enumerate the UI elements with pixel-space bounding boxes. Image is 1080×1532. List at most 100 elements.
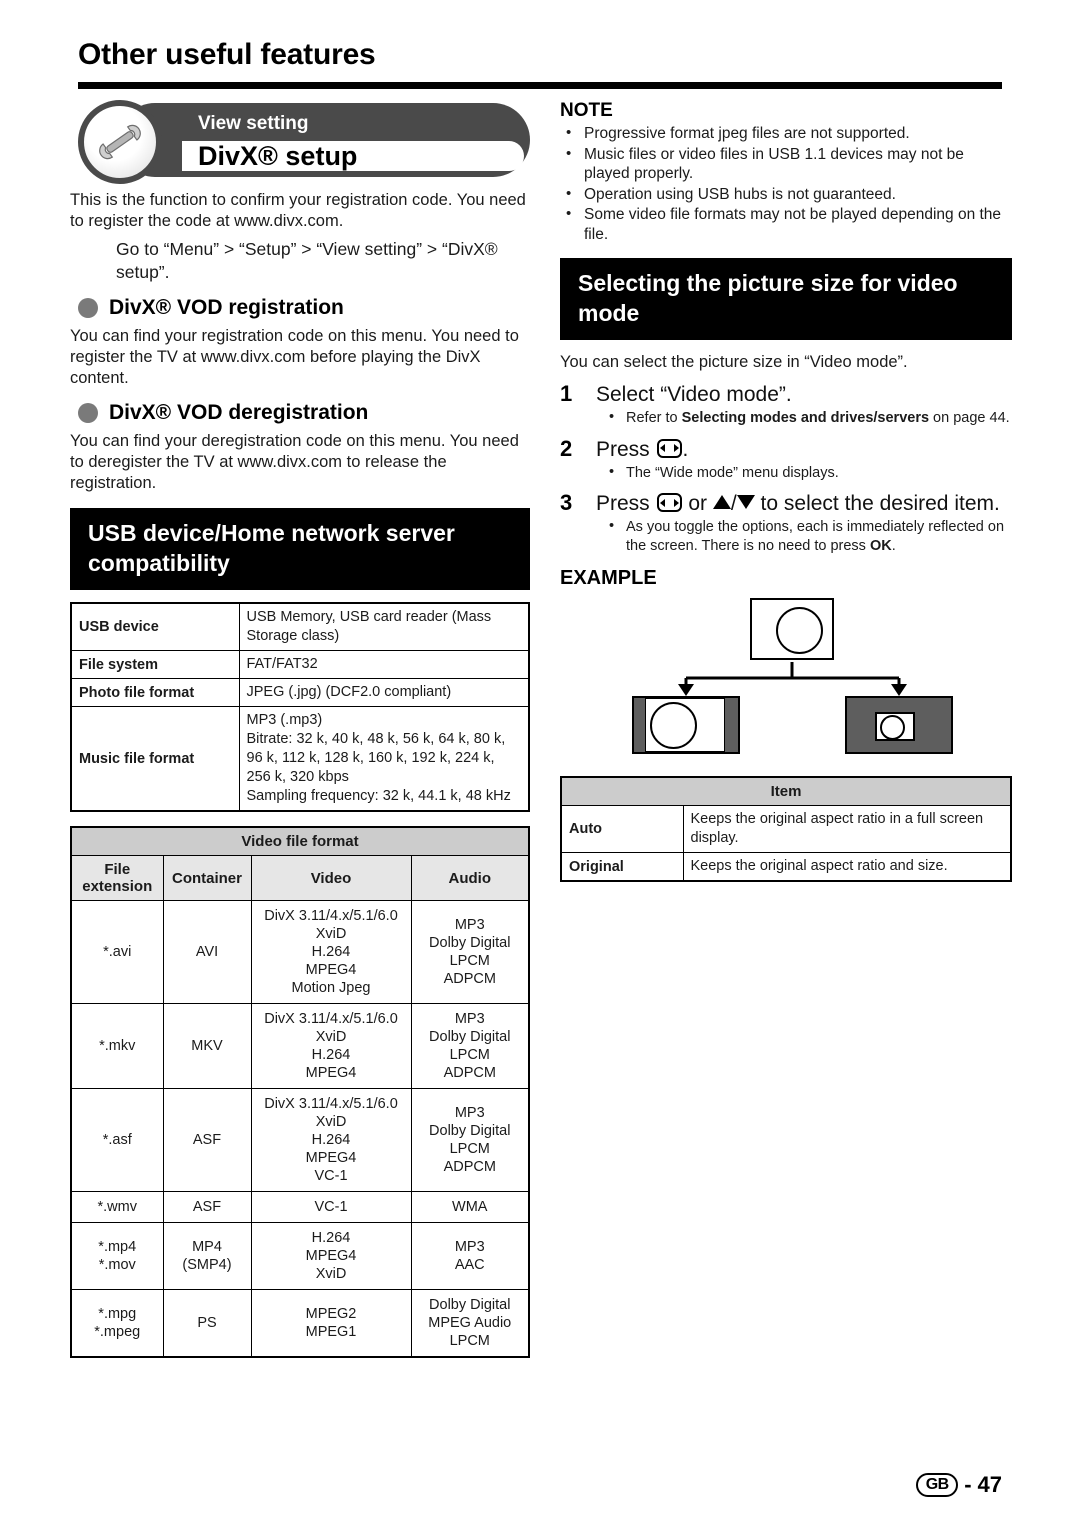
video-cell-ext: *.wmv: [70, 1191, 164, 1223]
page-footer: GB - 47: [916, 1472, 1002, 1498]
video-cell-video: MPEG2 MPEG1: [250, 1289, 412, 1358]
picture-size-intro: You can select the picture size in “Vide…: [560, 353, 908, 371]
step-3-note-ok: OK: [869, 537, 892, 554]
source-picture-illustration: [750, 598, 834, 660]
usb-compatibility-heading: USB device/Home network server compatibi…: [70, 508, 530, 590]
usb-compatibility-table: USB device USB Memory, USB card reader (M…: [70, 602, 530, 812]
step-3-body: Press or / to select the desired item. A…: [596, 490, 1012, 555]
usb-row-value: MP3 (.mp3) Bitrate: 32 k, 40 k, 48 k, 56 …: [238, 706, 530, 812]
step-3-note-pre: As you toggle the options, each is immed…: [626, 519, 1005, 554]
circle-shape-icon: [776, 607, 823, 654]
video-cell-ext: *.mpg *.mpeg: [70, 1289, 164, 1358]
left-column: View setting DivX® setup This is the fun…: [70, 100, 530, 1358]
table-row: File system FAT/FAT32: [70, 650, 530, 679]
arrow-down-icon: [736, 495, 755, 509]
video-table-caption-row: Video file format: [70, 826, 530, 856]
vod-registration-body: You can find your registration code on t…: [70, 327, 519, 387]
step-2-instruction-pre: Press: [596, 437, 656, 461]
step-3-instruction-pre: Press: [596, 492, 656, 515]
video-cell-video: DivX 3.11/4.x/5.1/6.0 XviD H.264 MPEG4 VC-1: [250, 1088, 412, 1192]
video-cell-ext: *.mp4 *.mov: [70, 1222, 164, 1290]
item-name: Auto: [560, 805, 684, 853]
picture-size-heading: Selecting the picture size for video mod…: [560, 258, 1012, 340]
video-cell-container: PS: [162, 1289, 252, 1358]
step-1-note-reference: Selecting modes and drives/servers: [681, 410, 930, 426]
step-1-body: Select “Video mode”. Refer to Selecting …: [596, 381, 1012, 428]
step-2-number: 2: [560, 435, 573, 461]
vod-deregistration-body: You can find your deregistration code on…: [70, 432, 519, 492]
video-table-header-2: Container: [162, 855, 252, 901]
step-3-note-post: .: [891, 537, 896, 554]
video-cell-ext: *.asf: [70, 1088, 164, 1192]
video-cell-audio: MP3 Dolby Digital LPCM ADPCM: [410, 1003, 530, 1089]
video-file-format-table: Video file format File extension Container V…: [70, 826, 530, 1358]
step-1-note: Refer to Selecting modes and drives/serv…: [596, 408, 1012, 428]
example-title: EXAMPLE: [560, 567, 657, 589]
auto-mode-illustration: [632, 696, 740, 754]
video-cell-audio: MP3 Dolby Digital LPCM ADPCM: [410, 1088, 530, 1192]
bullet-dot-icon: [78, 403, 98, 423]
table-row: Auto Keeps the original aspect ratio in a…: [560, 805, 1012, 853]
usb-row-value: JPEG (.jpg) (DCF2.0 compliant): [238, 678, 530, 707]
page-title: Other useful features: [78, 38, 376, 71]
step-2-note: The “Wide mode” menu displays.: [596, 463, 1012, 483]
table-row: *.mpg *.mpeg PS MPEG2 MPEG1 Dolby Digital MPEG…: [70, 1289, 530, 1358]
video-table-header-row: File extension Container Video Audio: [70, 855, 530, 901]
video-cell-audio: WMA: [410, 1191, 530, 1223]
video-cell-container: MKV: [162, 1003, 252, 1089]
table-row: Photo file format JPEG (.jpg) (DCF2.0 com…: [70, 678, 530, 707]
video-cell-ext: *.mkv: [70, 1003, 164, 1089]
right-column: NOTE Progressive format jpeg files are n…: [560, 100, 1012, 882]
table-row: Music file format MP3 (.mp3) Bitrate: 32 k…: [70, 706, 530, 812]
step-2-instruction: Press .: [596, 436, 1012, 463]
video-cell-video: VC-1: [250, 1191, 412, 1223]
video-cell-container: ASF: [162, 1191, 252, 1223]
intro-paragraph: This is the function to confirm your reg…: [70, 191, 526, 230]
item-description: Keeps the original aspect ratio and size…: [682, 852, 1012, 882]
left-right-button-icon: [656, 438, 682, 458]
wide-mode-diagram: [560, 596, 1012, 766]
step-3-note: As you toggle the options, each is immed…: [596, 517, 1012, 555]
video-table-header-1: File extension: [70, 855, 164, 901]
usb-row-key: Music file format: [70, 706, 240, 812]
video-cell-audio: MP3 Dolby Digital LPCM ADPCM: [410, 900, 530, 1004]
note-item: Some video file formats may not be playe…: [560, 204, 1012, 244]
vod-registration-heading: DivX® VOD registration: [78, 296, 530, 320]
video-table-caption: Video file format: [70, 826, 530, 856]
video-cell-ext: *.avi: [70, 900, 164, 1004]
table-row: *.mkv MKV DivX 3.11/4.x/5.1/6.0 XviD H.264 MP…: [70, 1003, 530, 1089]
usb-row-key: Photo file format: [70, 678, 240, 707]
divx-setup-banner: View setting DivX® setup: [70, 100, 530, 184]
usb-row-value: USB Memory, USB card reader (Mass Storag…: [238, 602, 530, 651]
step-3-instruction-post: to select the desired item.: [754, 492, 1000, 515]
step-1-number: 1: [560, 381, 573, 406]
table-row: *.asf ASF DivX 3.11/4.x/5.1/6.0 XviD H.264 MP…: [70, 1088, 530, 1192]
step-1-note-pre: Refer to: [626, 410, 682, 426]
table-row: *.wmv ASF VC-1 WMA: [70, 1191, 530, 1223]
title-divider: [78, 82, 1002, 89]
video-cell-container: ASF: [162, 1088, 252, 1192]
step-2-body: Press . The “Wide mode” menu displays.: [596, 436, 1012, 483]
video-cell-audio: MP3 AAC: [410, 1222, 530, 1290]
table-row: *.mp4 *.mov MP4 (SMP4) H.264 MPEG4 XviD MP3 AAC: [70, 1222, 530, 1290]
video-cell-audio: Dolby Digital MPEG Audio LPCM: [410, 1289, 530, 1358]
video-table-header-3: Video: [250, 855, 412, 901]
item-name: Original: [560, 852, 684, 882]
vod-deregistration-heading: DivX® VOD deregistration: [78, 401, 530, 425]
manual-page: Other useful features View setting DivX®…: [0, 0, 1080, 1532]
usb-row-value: FAT/FAT32: [238, 650, 530, 679]
left-right-button-icon: [656, 493, 682, 512]
note-item: Music files or video files in USB 1.1 de…: [560, 144, 1012, 184]
video-cell-video: H.264 MPEG4 XviD: [250, 1222, 412, 1290]
video-cell-video: DivX 3.11/4.x/5.1/6.0 XviD H.264 MPEG4: [250, 1003, 412, 1089]
step-3-number: 3: [560, 490, 573, 515]
table-row: USB device USB Memory, USB card reader (M…: [70, 602, 530, 651]
circle-shape-icon: [650, 702, 697, 749]
page-number: 47: [977, 1472, 1002, 1497]
note-item: Progressive format jpeg files are not su…: [560, 123, 1012, 144]
circle-shape-icon: [880, 715, 905, 740]
step-1-note-post: on page 44.: [929, 410, 1010, 426]
video-cell-container: MP4 (SMP4): [162, 1222, 252, 1290]
item-description: Keeps the original aspect ratio in a ful…: [682, 805, 1012, 853]
vod-registration-heading-label: DivX® VOD registration: [109, 296, 344, 319]
